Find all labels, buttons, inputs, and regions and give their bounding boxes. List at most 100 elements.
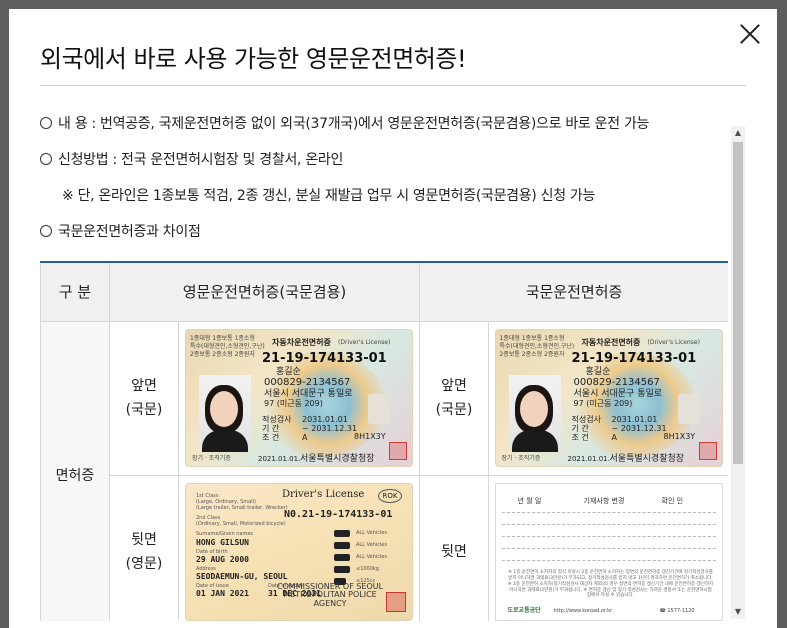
license-back-korean-image: 년 월 일 기재사항 변경 확인 인 ※ 1종 운전면허 소지자의 정식 미실시…	[494, 483, 723, 621]
card-title: 자동차운전면허증	[272, 338, 331, 347]
vehicle-label: ≤1000kg	[356, 566, 379, 572]
card-condition-label: 조 건	[262, 433, 280, 442]
card-address2: 97 (미근동 209)	[264, 399, 323, 408]
card-renewal-date: 2031.01.01	[611, 415, 658, 424]
license-image-cell: 1종대형 1종보통 1종소형 특수(대형견인,소형견인,구난) 2종보통 2종소…	[177, 320, 421, 476]
card-footer-date: 2021.01.01.	[567, 455, 610, 463]
card-condition-label: 조 건	[571, 433, 589, 442]
dotted-line	[501, 536, 716, 537]
card-issuer: 서울특별시경찰청장	[609, 454, 685, 464]
card-type-line2: 특수(대형견인,소형견인,구난)	[190, 343, 265, 350]
card-footer-date: 2021.01.01.	[258, 455, 301, 463]
license-info-modal: 외국에서 바로 사용 가능한 영문운전면허증! 내 용 : 번역공증, 국제운전…	[9, 9, 777, 628]
kr-col-date: 년 월 일	[517, 497, 542, 505]
vehicle-label: ALL Vehicles	[356, 542, 388, 548]
license-back-english-image: Driver's License ROK 1st Class (Large, O…	[185, 483, 413, 621]
photo-face	[210, 391, 238, 427]
issuer-seal	[389, 442, 407, 460]
license-front-image: 1종대형 1종보통 1종소형 특수(대형견인,소형견인,구난) 2종보통 2종소…	[494, 329, 723, 467]
circle-bullet-icon	[40, 225, 52, 237]
card-renewal-label: 적성검사	[262, 415, 292, 424]
scroll-up-arrow-icon[interactable]: ▲	[731, 126, 745, 140]
mini-photo	[368, 394, 390, 424]
en-class2-detail: (Ordinary, Small, Motorized bicycle)	[196, 521, 286, 527]
card-id-number: 000829-2134567	[264, 377, 351, 388]
table-row: 면허증 앞면 (국문) 1종대형 1종보통 1종소형 특수(대형견인,소형견인,…	[40, 320, 728, 621]
license-image-cell: 년 월 일 기재사항 변경 확인 인 ※ 1종 운전면허 소지자의 정식 미실시…	[488, 474, 728, 621]
header-english-license: 영문운전면허증(국문겸용)	[108, 261, 421, 322]
side-label-line1: 앞면	[131, 378, 157, 394]
en-class1-special: (Large trailer, Small trailer, Wrecker)	[196, 505, 288, 511]
commissioner-seal	[386, 592, 406, 612]
en-card-title: Driver's License	[282, 489, 365, 500]
en-name-label: Surname/Given names	[196, 531, 254, 537]
card-type-line1: 1종대형 1종보통 1종소형	[190, 335, 255, 342]
kr-tel: ☎ 1577-1120	[659, 608, 695, 614]
card-serial: 8H1X3Y	[354, 432, 386, 441]
kr-col-confirm: 확인 인	[661, 497, 684, 505]
kr-col-change: 기재사항 변경	[583, 497, 625, 505]
scroll-down-arrow-icon[interactable]: ▼	[731, 605, 745, 619]
card-footer-left: 장기 · 조직기증	[501, 455, 541, 462]
en-name-value: HONG GILSUN	[196, 538, 249, 547]
card-title: 자동차운전면허증	[581, 338, 641, 347]
content-scrollbar[interactable]: ▲ ▼	[731, 126, 745, 619]
card-footer-left: 장기 · 조직기증	[192, 455, 231, 462]
license-image-cell: Driver's License ROK 1st Class (Large, O…	[177, 474, 421, 621]
photo-body	[511, 430, 558, 452]
en-issue-value: 01 JAN 2021	[196, 589, 249, 598]
dotted-line	[501, 560, 716, 561]
en-addr-value: SEODAEMUN-GU, SEOUL	[196, 572, 288, 581]
card-period-date: ~ 2031.12.31	[302, 424, 358, 433]
card-title-en: (Driver's License)	[647, 339, 700, 346]
card-condition-value: A	[611, 433, 617, 442]
card-serial: 8H1X3Y	[663, 432, 696, 441]
side-label-cell: 앞면 (국문)	[419, 320, 490, 476]
side-label-line2: (국문)	[435, 402, 473, 418]
card-period-date: ~ 2031.12.31	[611, 424, 667, 433]
info-diff-text: 국문운전면허증과 차이점	[58, 224, 201, 240]
close-icon[interactable]	[737, 21, 763, 47]
card-period-label: 기 간	[571, 424, 589, 433]
info-apply-note-text: ※ 단, 온라인은 1종보통 적검, 2종 갱신, 분실 재발급 업무 시 영문…	[62, 188, 596, 204]
comparison-table: 구 분 영문운전면허증(국문겸용) 국문운전면허증 면허증 앞면 (국문) 1종…	[40, 261, 728, 621]
card-type-line2: 특수(대형견인,소형견인,구난)	[499, 343, 575, 350]
card-address1: 서울시 서대문구 통일로	[264, 389, 353, 399]
en-card-number: N0.21-19-174133-01	[284, 509, 393, 520]
card-number: 21-19-174133-01	[571, 351, 697, 366]
card-address2: 97 (미근동 209)	[573, 399, 633, 408]
card-name: 홍길순	[585, 367, 611, 377]
side-label-line1: 뒷면	[131, 532, 157, 548]
table-header-row: 구 분 영문운전면허증(국문겸용) 국문운전면허증	[40, 261, 728, 322]
en-commissioner: COMMISSIONER OF SEOUL METROPOLITAN POLIC…	[276, 581, 384, 608]
mini-photo	[677, 394, 700, 424]
truck-icon	[334, 542, 350, 549]
issuer-seal	[698, 442, 717, 460]
license-image-cell: 1종대형 1종보통 1종소형 특수(대형견인,소형견인,구난) 2종보통 2종소…	[488, 320, 728, 476]
title-divider	[40, 85, 746, 86]
table-row: 뒷면 (영문) Driver's License ROK 1st Class (…	[41, 474, 728, 621]
info-diff-line: 국문운전면허증과 차이점	[40, 221, 201, 241]
card-type-line3: 2종보통 2종소형 2종원자	[190, 351, 255, 358]
card-name: 홍길순	[276, 367, 301, 377]
card-issuer: 서울특별시경찰청장	[300, 454, 375, 464]
card-id-number: 000829-2134567	[573, 377, 660, 388]
side-label-line1: 앞면	[441, 378, 467, 394]
rok-badge: ROK	[378, 489, 402, 503]
kr-url: http://www.koroad.or.kr	[553, 608, 613, 614]
card-title-en: (Driver's License)	[338, 339, 391, 346]
row-group-label: 면허증	[40, 320, 110, 621]
kr-notes: ※ 1종 운전면허 소지자의 정식 미실시 2종 운전면허 소지자는 정면의 운…	[507, 570, 714, 599]
card-renewal-date: 2031.01.01	[302, 415, 348, 424]
info-content-text: 내 용 : 번역공증, 국제운전면허증 없이 외국(37개국)에서 영문운전면허…	[58, 116, 650, 132]
scroll-thumb[interactable]	[733, 142, 743, 464]
modal-content[interactable]: 내 용 : 번역공증, 국제운전면허증 없이 외국(37개국)에서 영문운전면허…	[40, 113, 728, 621]
card-renewal-label: 적성검사	[571, 415, 601, 424]
card-type-line3: 2종보통 2종소형 2종원자	[499, 351, 565, 358]
info-apply-line: 신청방법 : 전국 운전면허시험장 및 경찰서, 온라인	[40, 149, 343, 169]
info-apply-text: 신청방법 : 전국 운전면허시험장 및 경찰서, 온라인	[58, 152, 344, 168]
koroad-logo: 도로교통공단	[507, 607, 541, 614]
car-icon	[334, 554, 350, 561]
dotted-line	[501, 524, 716, 525]
card-condition-value: A	[302, 433, 308, 442]
